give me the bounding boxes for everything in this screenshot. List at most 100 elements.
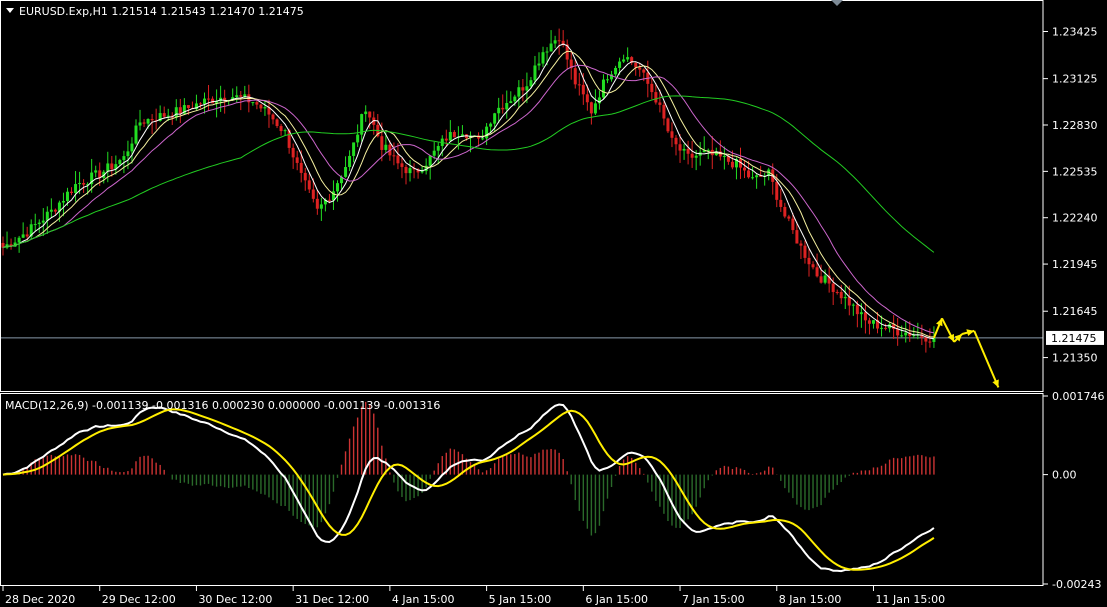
candle-body xyxy=(203,98,206,105)
candle-body xyxy=(65,191,69,201)
candle-body xyxy=(344,167,348,177)
candle-body xyxy=(275,119,279,127)
macd-pane[interactable] xyxy=(2,401,935,573)
candle-body xyxy=(674,137,678,145)
candle-body xyxy=(327,199,331,201)
candle-body xyxy=(186,105,190,109)
candle-body xyxy=(497,107,501,114)
macd-main-line xyxy=(2,403,935,573)
candle-body xyxy=(174,107,178,118)
candle-body xyxy=(618,61,622,68)
candle-body xyxy=(779,199,783,207)
chart-frame: 1.21350 1.21645 1.21945 1.22240 1.22535 1.228… xyxy=(0,0,1105,606)
candle-body xyxy=(529,80,533,87)
candle-body xyxy=(525,86,529,91)
x-tick-label: 31 Dec 12:00 xyxy=(295,593,369,606)
candle-body xyxy=(783,206,787,217)
candle-body xyxy=(118,160,122,165)
candle-body xyxy=(428,155,432,166)
candle-body xyxy=(134,125,138,144)
price-pane[interactable] xyxy=(0,28,1043,388)
candle-body xyxy=(815,267,819,277)
shift-marker-icon[interactable] xyxy=(831,0,843,6)
candle-body xyxy=(352,142,356,156)
candle-body xyxy=(533,65,537,81)
candle-body xyxy=(884,327,888,329)
candle-body xyxy=(279,126,283,132)
candle-body xyxy=(404,166,408,174)
candle-body xyxy=(517,87,521,97)
macd-header-label: MACD(12,26,9) -0.001139 -0.001316 0.0002… xyxy=(5,399,440,412)
candle-body xyxy=(150,118,154,121)
candle-body xyxy=(271,114,275,120)
macd-pane-border xyxy=(0,393,1044,586)
candle-body xyxy=(670,131,674,138)
price-y-tick-label: 1.22240 xyxy=(1052,212,1098,225)
candle-body xyxy=(307,180,311,190)
candle-body xyxy=(78,183,82,185)
candle-body xyxy=(799,243,803,246)
candle-body xyxy=(694,155,698,158)
candle-body xyxy=(863,312,867,321)
candle-body xyxy=(843,296,847,299)
candle-body xyxy=(730,161,734,168)
candle-body xyxy=(207,98,211,100)
candle-body xyxy=(755,175,759,178)
symbol-ohlc-label: EURUSD.Exp,H1 1.21514 1.21543 1.21470 1.… xyxy=(19,5,304,18)
candle-body xyxy=(259,104,263,109)
candle-body xyxy=(166,115,170,117)
x-tick-label: 28 Dec 2020 xyxy=(5,593,75,606)
candle-body xyxy=(585,94,589,103)
candle-body xyxy=(654,92,658,103)
current-price-label: 1.21475 xyxy=(1051,332,1097,345)
candle-body xyxy=(82,183,86,185)
candle-body xyxy=(251,102,255,104)
candle-body xyxy=(839,292,843,299)
ma-line-5 xyxy=(2,43,934,340)
candle-body xyxy=(142,122,146,124)
price-y-tick-label: 1.23425 xyxy=(1052,26,1098,39)
candle-body xyxy=(436,146,440,151)
candle-body xyxy=(444,138,448,141)
macd-signal-line xyxy=(2,408,935,571)
candle-body xyxy=(49,209,53,212)
candle-body xyxy=(283,130,287,132)
candle-body xyxy=(642,69,646,73)
candle-body xyxy=(900,335,904,337)
candle-body xyxy=(589,102,593,114)
trading-chart[interactable]: 1.21350 1.21645 1.21945 1.22240 1.22535 1.228… xyxy=(0,0,1107,607)
candle-body xyxy=(106,163,110,172)
candle-body xyxy=(553,40,557,44)
candle-body xyxy=(45,211,49,221)
collapse-triangle-icon[interactable] xyxy=(6,8,14,13)
candle-body xyxy=(255,102,259,105)
candle-body xyxy=(811,264,815,268)
candle-body xyxy=(791,218,795,231)
candle-body xyxy=(21,234,25,238)
candle-body xyxy=(601,79,605,98)
candle-body xyxy=(775,181,779,200)
candle-body xyxy=(291,147,295,158)
macd-y-tick-label: 0.00 xyxy=(1052,469,1077,482)
candle-body xyxy=(787,216,791,219)
x-tick-label: 5 Jan 15:00 xyxy=(489,593,552,606)
candle-body xyxy=(335,183,339,192)
candle-body xyxy=(545,51,549,53)
candle-body xyxy=(666,118,670,132)
price-y-tick-label: 1.21645 xyxy=(1052,305,1098,318)
candle-body xyxy=(396,155,400,164)
candle-body xyxy=(743,167,747,171)
candle-body xyxy=(61,200,65,203)
candle-body xyxy=(686,148,690,154)
price-y-tick-label: 1.22535 xyxy=(1052,165,1098,178)
candle-body xyxy=(614,67,618,75)
candle-body xyxy=(662,104,666,119)
candle-body xyxy=(501,107,505,110)
candle-body xyxy=(146,118,150,124)
candle-body xyxy=(311,189,315,199)
candle-body xyxy=(823,275,827,283)
candle-body xyxy=(835,291,839,293)
x-tick-label: 6 Jan 15:00 xyxy=(585,593,648,606)
candle-body xyxy=(626,57,630,60)
price-y-tick-label: 1.22830 xyxy=(1052,119,1098,132)
